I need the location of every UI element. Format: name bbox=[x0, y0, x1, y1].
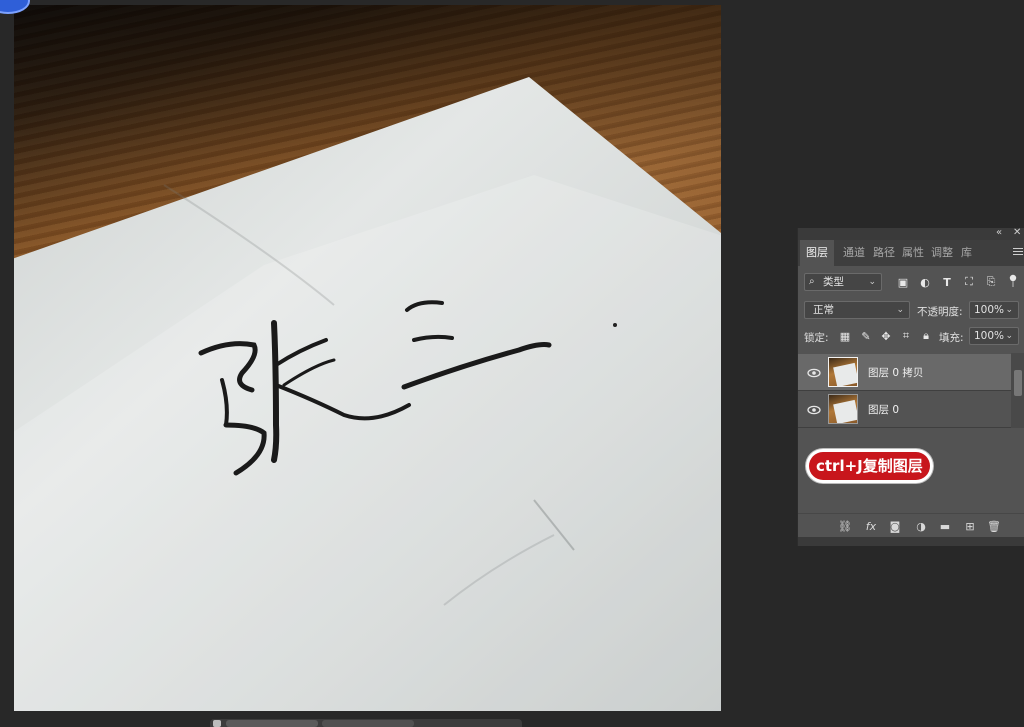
opacity-value: 100% bbox=[974, 304, 1005, 316]
chevron-down-icon: ⌄ bbox=[868, 277, 876, 287]
lock-transparent-pixels-icon[interactable]: ▦ bbox=[838, 329, 852, 343]
trash-icon[interactable]: 🗑︎ bbox=[987, 519, 1001, 533]
layers-scrollbar[interactable] bbox=[1011, 353, 1024, 428]
layers-bottom-toolbar: ⛓ fx ◙ ◑ ▬ ⊞ 🗑︎ bbox=[798, 513, 1024, 538]
fill-value: 100% bbox=[974, 330, 1005, 342]
panel-title-bar: « ✕ bbox=[798, 227, 1024, 240]
link-layers-icon[interactable]: ⛓ bbox=[838, 519, 852, 533]
paper-sheet bbox=[14, 77, 721, 711]
adjustment-layer-icon[interactable]: ◑ bbox=[914, 519, 928, 533]
blend-mode-value: 正常 bbox=[813, 304, 834, 316]
tab-layers[interactable]: 图层 bbox=[800, 240, 834, 266]
fx-icon[interactable]: fx bbox=[864, 519, 878, 533]
document-canvas[interactable]: 张三 bbox=[14, 5, 721, 711]
scroll-handle[interactable] bbox=[1014, 370, 1022, 396]
chevron-down-icon: ⌄ bbox=[896, 305, 904, 315]
new-layer-icon[interactable]: ⊞ bbox=[963, 519, 977, 533]
annotation-callout: ctrl+J复制图层 bbox=[809, 452, 930, 480]
lock-position-icon[interactable]: ✥ bbox=[879, 329, 893, 343]
panel-footer bbox=[798, 537, 1024, 546]
scroll-indicator-icon bbox=[213, 720, 221, 727]
filter-pixel-icon[interactable]: ▣ bbox=[896, 275, 910, 289]
close-icon[interactable]: ✕ bbox=[1013, 227, 1021, 238]
layer-row[interactable]: 图层 0 拷贝 bbox=[798, 354, 1011, 391]
eye-icon[interactable] bbox=[807, 402, 821, 416]
eye-icon[interactable] bbox=[807, 365, 821, 379]
lock-artboard-icon[interactable]: ⌗ bbox=[899, 329, 913, 343]
filter-smart-object-icon[interactable]: ⎘ bbox=[984, 275, 998, 289]
filter-kind-value: 类型 bbox=[823, 276, 844, 288]
tab-paths[interactable]: 路径 bbox=[873, 240, 895, 266]
filter-shape-icon[interactable]: ⛶ bbox=[962, 275, 976, 289]
layer-name[interactable]: 图层 0 拷贝 bbox=[868, 365, 923, 380]
filter-type-icon[interactable]: T bbox=[940, 275, 954, 289]
fill-field[interactable]: 100% ⌄ bbox=[969, 327, 1019, 345]
opacity-label: 不透明度: bbox=[917, 306, 963, 318]
panel-tabs: 图层 通道 路径 属性 调整 库 bbox=[798, 240, 1024, 266]
layer-thumbnail bbox=[828, 394, 858, 424]
panel-menu-icon[interactable] bbox=[1013, 248, 1023, 257]
new-group-icon[interactable]: ▬ bbox=[938, 519, 952, 533]
tab-libraries[interactable]: 库 bbox=[961, 240, 972, 266]
lock-label: 锁定: bbox=[804, 332, 829, 344]
fill-label: 填充: bbox=[939, 332, 964, 344]
layer-name[interactable]: 图层 0 bbox=[868, 402, 899, 417]
layer-row[interactable]: 图层 0 bbox=[798, 391, 1011, 428]
chevron-down-icon: ⌄ bbox=[1005, 331, 1013, 341]
tab-properties[interactable]: 属性 bbox=[902, 240, 924, 266]
tab-channels[interactable]: 通道 bbox=[843, 240, 865, 266]
blend-mode-select[interactable]: 正常 ⌄ bbox=[804, 301, 910, 319]
opacity-field[interactable]: 100% ⌄ bbox=[969, 301, 1019, 319]
filter-adjustment-icon[interactable]: ◐ bbox=[918, 275, 932, 289]
layer-thumbnail bbox=[828, 357, 858, 387]
search-icon: ⌕ bbox=[809, 276, 815, 287]
scroll-track-segment[interactable] bbox=[322, 720, 414, 727]
collapse-panel-icon[interactable]: « bbox=[996, 227, 1002, 238]
tab-adjustments[interactable]: 调整 bbox=[931, 240, 953, 266]
filter-kind-select[interactable]: ⌕ 类型 ⌄ bbox=[804, 273, 882, 291]
chevron-down-icon: ⌄ bbox=[1005, 305, 1013, 315]
add-mask-icon[interactable]: ◙ bbox=[888, 519, 902, 533]
lock-image-pixels-icon[interactable]: ✎ bbox=[859, 329, 873, 343]
filter-toggle-icon[interactable] bbox=[1006, 274, 1020, 288]
scroll-thumb[interactable] bbox=[226, 720, 318, 727]
horizontal-scrollbar[interactable] bbox=[210, 719, 522, 727]
lock-all-icon[interactable]: 🔒︎ bbox=[919, 329, 933, 343]
layers-panel: « ✕ 图层 通道 路径 属性 调整 库 ⌕ 类型 ⌄ ▣ ◐ T ⛶ ⎘ 正常… bbox=[797, 227, 1024, 546]
